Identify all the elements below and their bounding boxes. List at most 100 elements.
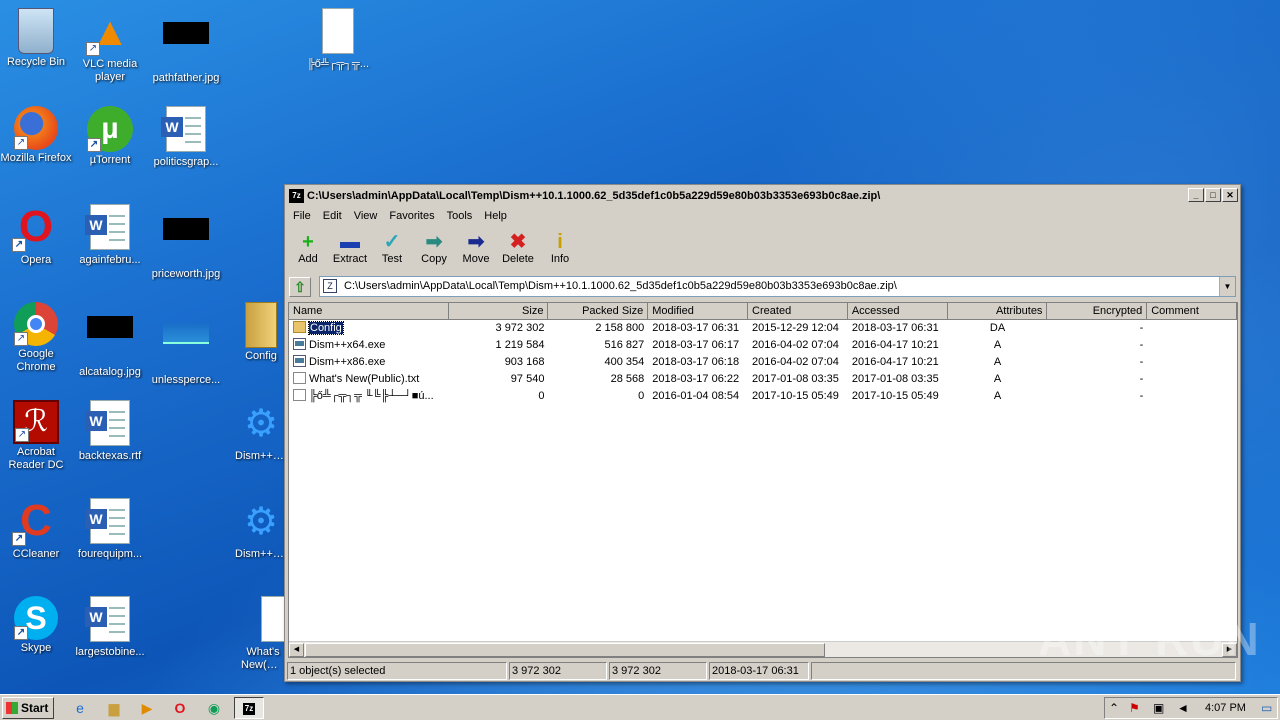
- maximize-button[interactable]: □: [1205, 188, 1221, 202]
- cell-name: What's New(Public).txt: [289, 371, 449, 388]
- internet-explorer-icon[interactable]: e: [70, 698, 90, 718]
- delete-button[interactable]: ✖ Delete: [497, 227, 539, 271]
- desktop-icon-unknown-file[interactable]: ╠ő╩┌╦┐╦...: [298, 8, 378, 71]
- menu-edit[interactable]: Edit: [317, 207, 348, 225]
- info-label: Info: [550, 253, 570, 265]
- clock[interactable]: 4:07 PM: [1205, 698, 1246, 718]
- image-file-icon: [86, 316, 134, 364]
- cell-enc: -: [1139, 322, 1144, 334]
- table-row[interactable]: Dism++x64.exe 1 219 584 516 827 2018-03-17 …: [289, 337, 1237, 354]
- column-header-accessed[interactable]: Accessed: [847, 303, 948, 320]
- skype-icon: S ↗: [14, 596, 58, 640]
- move-label: Move: [462, 253, 490, 265]
- folder-icon: [293, 321, 306, 333]
- file-list[interactable]: Name Size Packed Size Modified Created A…: [288, 302, 1238, 658]
- cell-attr: A: [993, 339, 1002, 351]
- desktop-icon-vlc[interactable]: ▲ ↗ VLC media player: [70, 8, 150, 84]
- chrome-taskbar-icon[interactable]: ◉: [204, 698, 224, 718]
- desktop-icon-politicsgrap[interactable]: W politicsgrap...: [146, 106, 226, 169]
- close-button[interactable]: ✕: [1222, 188, 1238, 202]
- desktop-icon-acrobat[interactable]: ℛ ↗ Acrobat Reader DC: [0, 400, 76, 472]
- table-row[interactable]: ╠ő╩┌╦┐╦ ╙╚╠┴─┘■ú... 0 0 2016-01-04 08:54 201…: [289, 388, 1237, 405]
- explorer-folder-icon[interactable]: ▆: [104, 698, 124, 718]
- 7zip-app-icon: 7z: [289, 189, 304, 203]
- cell-accessed: 2016-04-17 10:21: [851, 339, 939, 351]
- column-header-encrypted[interactable]: Encrypted: [1047, 303, 1148, 320]
- column-header-attributes[interactable]: Attributes: [947, 303, 1048, 320]
- tray-expand-icon[interactable]: ⌃: [1109, 701, 1119, 715]
- action-center-icon[interactable]: ⚑: [1129, 701, 1140, 715]
- move-button[interactable]: ➡ Move: [455, 227, 497, 271]
- file-name: What's New(Public).txt: [309, 373, 420, 385]
- desktop-icon-skype[interactable]: S ↗ Skype: [0, 596, 76, 655]
- copy-button[interactable]: ➡ Copy: [413, 227, 455, 271]
- table-row[interactable]: What's New(Public).txt 97 540 28 568 2018-0…: [289, 371, 1237, 388]
- info-button[interactable]: i Info: [539, 227, 581, 271]
- taskbar: Start e ▆ ▶ O ◉ 7z ⌃ ⚑ ▣ ◄ 4:07 PM ▭: [0, 694, 1280, 720]
- column-header-name[interactable]: Name: [289, 303, 449, 320]
- cell-enc: -: [1139, 356, 1144, 368]
- desktop-icon-largestobine[interactable]: W largestobine...: [70, 596, 150, 659]
- test-button[interactable]: ✓ Test: [371, 227, 413, 271]
- opera-taskbar-icon[interactable]: O: [170, 698, 190, 718]
- media-player-icon[interactable]: ▶: [137, 698, 157, 718]
- cell-size: 903 168: [504, 356, 545, 368]
- table-row[interactable]: Config 3 972 302 2 158 800 2018-03-17 06:31…: [289, 320, 1237, 337]
- scroll-left-icon[interactable]: ◀: [289, 643, 304, 657]
- column-header-modified[interactable]: Modified: [648, 303, 749, 320]
- desktop-icon-opera[interactable]: O ↗ Opera: [0, 204, 76, 267]
- menu-help[interactable]: Help: [478, 207, 513, 225]
- watermark-logo: ANY RUN: [1038, 613, 1261, 665]
- desktop-icon-priceworth[interactable]: priceworth.jpg: [146, 204, 226, 281]
- desktop-icon-againfebru[interactable]: W againfebru...: [70, 204, 150, 267]
- column-header-comment[interactable]: Comment: [1147, 303, 1237, 320]
- cell-comment: [1147, 320, 1237, 337]
- word-document-icon: W: [161, 106, 210, 154]
- desktop-icon-recycle-bin[interactable]: Recycle Bin: [0, 8, 76, 69]
- desktop-icon-unlessperce[interactable]: unlessperce...: [146, 302, 226, 387]
- cell-name: Config: [289, 320, 449, 337]
- zip-archive-icon: Z: [323, 279, 337, 293]
- menu-tools[interactable]: Tools: [441, 207, 479, 225]
- show-desktop-icon[interactable]: ▭: [1261, 701, 1272, 715]
- desktop-icon-utorrent[interactable]: µ ↗ µTorrent: [70, 106, 150, 167]
- desktop-icon-alcatalog[interactable]: alcatalog.jpg: [70, 302, 150, 379]
- menu-favorites[interactable]: Favorites: [383, 207, 440, 225]
- window-titlebar[interactable]: 7z C:\Users\admin\AppData\Local\Temp\Dis…: [287, 187, 1238, 205]
- system-tray: ⌃ ⚑ ▣ ◄ 4:07 PM ▭: [1104, 697, 1278, 719]
- volume-icon[interactable]: ◄: [1177, 701, 1189, 715]
- chevron-down-icon[interactable]: ▼: [1219, 277, 1235, 296]
- desktop-icon-chrome[interactable]: ↗ Google Chrome: [0, 302, 76, 374]
- desktop-icon-backtexas[interactable]: W backtexas.rtf: [70, 400, 150, 463]
- column-header-created[interactable]: Created: [748, 303, 848, 320]
- address-input[interactable]: Z C:\Users\admin\AppData\Local\Temp\Dism…: [319, 276, 1236, 297]
- info-icon: i: [557, 231, 563, 253]
- move-icon: ➡: [467, 231, 485, 253]
- shortcut-arrow-icon: ↗: [14, 626, 28, 640]
- up-folder-button[interactable]: ⇧: [289, 277, 311, 297]
- menu-view[interactable]: View: [348, 207, 384, 225]
- table-row[interactable]: Dism++x86.exe 903 168 400 354 2018-03-17 06…: [289, 354, 1237, 371]
- start-button[interactable]: Start: [2, 697, 54, 719]
- desktop-icon-fourequipm[interactable]: W fourequipm...: [70, 498, 150, 561]
- shortcut-arrow-icon: ↗: [12, 532, 26, 546]
- desktop-icon-pathfather[interactable]: pathfather.jpg: [146, 8, 226, 85]
- status-packed-size: 3 972 302: [609, 662, 707, 680]
- network-icon[interactable]: ▣: [1153, 701, 1164, 715]
- menu-file[interactable]: File: [287, 207, 317, 225]
- 7zip-file-manager-window[interactable]: 7z C:\Users\admin\AppData\Local\Temp\Dis…: [284, 184, 1241, 682]
- column-header-size[interactable]: Size: [448, 303, 549, 320]
- column-header-packed-size[interactable]: Packed Size: [548, 303, 649, 320]
- desktop-icon-ccleaner[interactable]: C ↗ CCleaner: [0, 498, 76, 561]
- minimize-button[interactable]: _: [1188, 188, 1204, 202]
- desktop-icon-firefox[interactable]: ↗ Mozilla Firefox: [0, 106, 76, 165]
- delete-label: Delete: [502, 253, 534, 265]
- exe-file-icon: [293, 355, 306, 367]
- add-icon: +: [302, 231, 314, 253]
- taskbar-7zip-button[interactable]: 7z: [234, 697, 264, 719]
- scrollbar-thumb[interactable]: [305, 643, 825, 657]
- status-size: 3 972 302: [509, 662, 607, 680]
- extract-button[interactable]: ▬ Extract: [329, 227, 371, 271]
- add-button[interactable]: + Add: [287, 227, 329, 271]
- blank-file-icon: [314, 8, 362, 56]
